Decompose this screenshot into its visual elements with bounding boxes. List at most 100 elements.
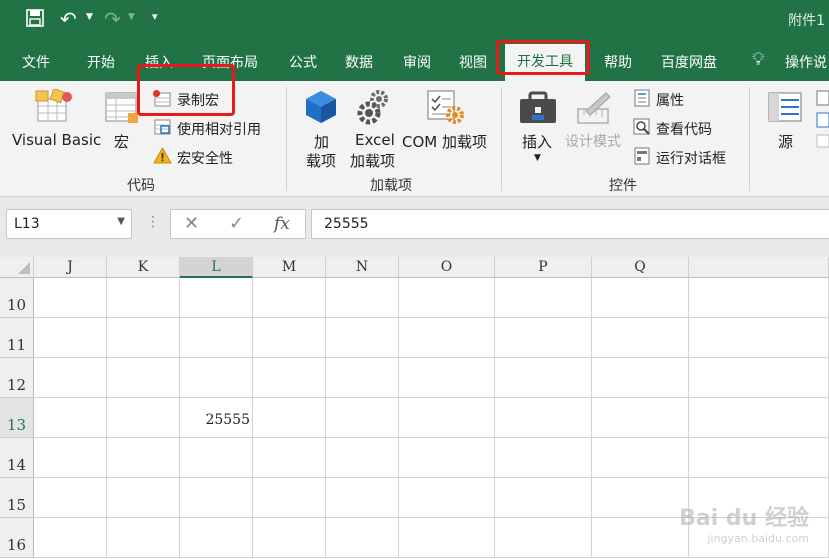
- macros-icon[interactable]: [104, 91, 140, 129]
- view-code-label[interactable]: 查看代码: [656, 119, 712, 139]
- excel-add-ins-icon[interactable]: [357, 89, 391, 129]
- tab-home[interactable]: 开始: [87, 52, 115, 72]
- tab-formulas[interactable]: 公式: [289, 52, 317, 72]
- cell[interactable]: [495, 318, 592, 358]
- row-header[interactable]: 16: [0, 518, 34, 558]
- visual-basic-icon[interactable]: [34, 87, 74, 127]
- cell[interactable]: [34, 358, 107, 398]
- view-code-icon[interactable]: [633, 118, 651, 140]
- xml-map-properties-icon[interactable]: [816, 89, 829, 153]
- cell[interactable]: [34, 278, 107, 318]
- cell[interactable]: [253, 358, 326, 398]
- cell[interactable]: [34, 518, 107, 558]
- cell[interactable]: [34, 478, 107, 518]
- insert-controls-icon[interactable]: [518, 91, 558, 129]
- enter-icon[interactable]: ✓: [229, 213, 244, 234]
- cell[interactable]: [495, 438, 592, 478]
- use-relative-references-icon[interactable]: [153, 118, 173, 140]
- cell[interactable]: [180, 358, 253, 398]
- column-header[interactable]: Q: [592, 257, 689, 278]
- cell[interactable]: [326, 278, 399, 318]
- cell[interactable]: [180, 518, 253, 558]
- visual-basic-label[interactable]: Visual Basic: [12, 131, 101, 149]
- cell[interactable]: [592, 438, 689, 478]
- undo-icon[interactable]: ↶: [60, 7, 77, 31]
- use-relative-references-label[interactable]: 使用相对引用: [177, 119, 261, 139]
- insert-function-icon[interactable]: fx: [274, 214, 290, 234]
- cell[interactable]: [326, 478, 399, 518]
- properties-label[interactable]: 属性: [656, 90, 684, 110]
- cell[interactable]: [495, 398, 592, 438]
- cell[interactable]: [253, 438, 326, 478]
- add-ins-icon[interactable]: [304, 89, 338, 129]
- cell[interactable]: [326, 398, 399, 438]
- customize-toolbar-icon[interactable]: ▾: [152, 10, 158, 23]
- add-ins-label-line1[interactable]: 加: [314, 131, 329, 152]
- warning-icon[interactable]: [153, 146, 172, 168]
- lightbulb-icon[interactable]: 💡︎: [752, 49, 765, 70]
- row-header[interactable]: 10: [0, 278, 34, 318]
- cell[interactable]: [253, 478, 326, 518]
- add-ins-label-line2[interactable]: 载项: [306, 150, 336, 171]
- cell[interactable]: [399, 358, 495, 398]
- select-all-corner[interactable]: [0, 257, 34, 278]
- undo-dropdown-icon[interactable]: ▼: [86, 12, 93, 22]
- cell[interactable]: [592, 398, 689, 438]
- name-box[interactable]: L13 ▼: [6, 209, 132, 239]
- column-header-selected[interactable]: L: [180, 257, 253, 278]
- formula-input[interactable]: 25555: [311, 209, 829, 239]
- cell[interactable]: [495, 478, 592, 518]
- cell[interactable]: [253, 278, 326, 318]
- cell[interactable]: [592, 318, 689, 358]
- cell[interactable]: [399, 278, 495, 318]
- row-header[interactable]: 14: [0, 438, 34, 478]
- cell[interactable]: [399, 398, 495, 438]
- column-header[interactable]: [689, 257, 829, 278]
- cell[interactable]: [107, 478, 180, 518]
- cell[interactable]: [495, 278, 592, 318]
- column-header[interactable]: N: [326, 257, 399, 278]
- cell[interactable]: [592, 518, 689, 558]
- tab-help[interactable]: 帮助: [604, 52, 632, 72]
- tab-baidu-netdisk[interactable]: 百度网盘: [661, 52, 717, 72]
- cell[interactable]: [34, 318, 107, 358]
- formula-bar-grip-icon[interactable]: ⋮: [146, 214, 160, 230]
- com-add-ins-icon[interactable]: [426, 89, 466, 129]
- xml-source-label[interactable]: 源: [778, 131, 793, 152]
- tab-view[interactable]: 视图: [459, 52, 487, 72]
- tab-file[interactable]: 文件: [22, 52, 50, 72]
- cell[interactable]: [180, 318, 253, 358]
- cell[interactable]: [495, 518, 592, 558]
- cell[interactable]: [399, 518, 495, 558]
- cell[interactable]: [326, 358, 399, 398]
- run-dialog-label[interactable]: 运行对话框: [656, 148, 726, 168]
- cell[interactable]: [689, 438, 829, 478]
- xml-source-icon[interactable]: [767, 91, 805, 129]
- cell[interactable]: [107, 278, 180, 318]
- cell[interactable]: [253, 398, 326, 438]
- cell[interactable]: [107, 518, 180, 558]
- cell[interactable]: [592, 358, 689, 398]
- column-header[interactable]: J: [34, 257, 107, 278]
- column-header[interactable]: O: [399, 257, 495, 278]
- cell[interactable]: [326, 518, 399, 558]
- column-header[interactable]: P: [495, 257, 592, 278]
- cell[interactable]: [592, 278, 689, 318]
- macro-security-label[interactable]: 宏安全性: [177, 148, 233, 168]
- cell[interactable]: [107, 398, 180, 438]
- cell[interactable]: [107, 438, 180, 478]
- cancel-icon[interactable]: ✕: [184, 213, 199, 234]
- cell[interactable]: [399, 478, 495, 518]
- cell[interactable]: [253, 318, 326, 358]
- column-header[interactable]: M: [253, 257, 326, 278]
- properties-icon[interactable]: [633, 89, 651, 111]
- tab-review[interactable]: 审阅: [403, 52, 431, 72]
- save-icon[interactable]: [26, 9, 44, 31]
- cell[interactable]: [34, 438, 107, 478]
- row-header[interactable]: 15: [0, 478, 34, 518]
- cell-l13-value[interactable]: 25555: [182, 412, 250, 428]
- cell[interactable]: [180, 278, 253, 318]
- cell[interactable]: [253, 518, 326, 558]
- tab-tell-me[interactable]: 操作说: [785, 52, 827, 72]
- tab-data[interactable]: 数据: [345, 52, 373, 72]
